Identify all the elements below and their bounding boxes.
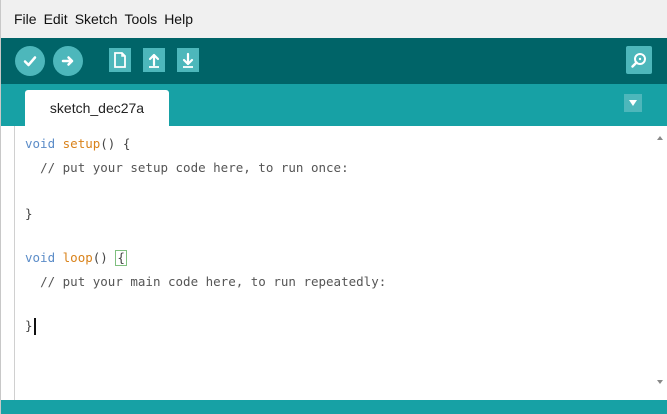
upload-button[interactable]: [53, 46, 83, 76]
code-line-2: // put your setup code here, to run once…: [25, 160, 349, 175]
tab-sketch[interactable]: sketch_dec27a: [25, 90, 169, 126]
code-editor[interactable]: void setup() { // put your setup code he…: [14, 126, 654, 400]
arrow-down-icon: [182, 52, 194, 68]
tab-strip: sketch_dec27a: [1, 84, 667, 126]
code-line-7: // put your main code here, to run repea…: [25, 274, 386, 289]
code-line-4: }: [25, 206, 33, 221]
tab-menu-button[interactable]: [624, 94, 642, 112]
arrow-right-icon: [61, 56, 74, 66]
file-icon: [114, 52, 126, 68]
menu-bar: File Edit Sketch Tools Help: [1, 0, 667, 38]
menu-edit[interactable]: Edit: [44, 11, 68, 27]
open-button[interactable]: [143, 48, 165, 72]
code-comment: // put your main code here, to run repea…: [40, 274, 387, 289]
check-icon: [23, 56, 37, 67]
toolbar: [1, 38, 667, 84]
menu-tools[interactable]: Tools: [125, 11, 158, 27]
save-button[interactable]: [177, 48, 199, 72]
verify-button[interactable]: [15, 46, 45, 76]
magnifier-icon: [631, 53, 646, 68]
code-punct: (): [92, 250, 116, 265]
function-loop: loop: [62, 250, 93, 265]
text-cursor: [33, 318, 36, 335]
status-bar: [1, 400, 667, 414]
function-setup: setup: [62, 136, 101, 151]
code-comment: // put your setup code here, to run once…: [40, 160, 349, 175]
code-line-1: void setup() {: [25, 136, 130, 151]
code-brace: }: [25, 206, 33, 221]
code-brace: }: [25, 318, 33, 333]
arduino-ide-window: File Edit Sketch Tools Help sketch_dec27…: [0, 0, 667, 414]
menu-sketch[interactable]: Sketch: [75, 11, 118, 27]
menu-file[interactable]: File: [14, 11, 37, 27]
code-punct: () {: [100, 136, 131, 151]
keyword-void: void: [25, 136, 56, 151]
code-line-9: }: [25, 318, 36, 335]
code-line-6: void loop() {: [25, 250, 127, 266]
serial-monitor-button[interactable]: [626, 46, 652, 74]
vertical-scrollbar[interactable]: [653, 126, 667, 400]
triangle-down-icon: [629, 100, 637, 106]
scroll-down-icon[interactable]: [657, 380, 663, 384]
arrow-up-icon: [148, 53, 160, 68]
bracket-highlight: {: [115, 250, 127, 266]
scroll-up-icon[interactable]: [657, 136, 663, 140]
menu-help[interactable]: Help: [164, 11, 193, 27]
keyword-void: void: [25, 250, 56, 265]
tab-label: sketch_dec27a: [49, 100, 145, 116]
new-sketch-button[interactable]: [109, 48, 131, 72]
